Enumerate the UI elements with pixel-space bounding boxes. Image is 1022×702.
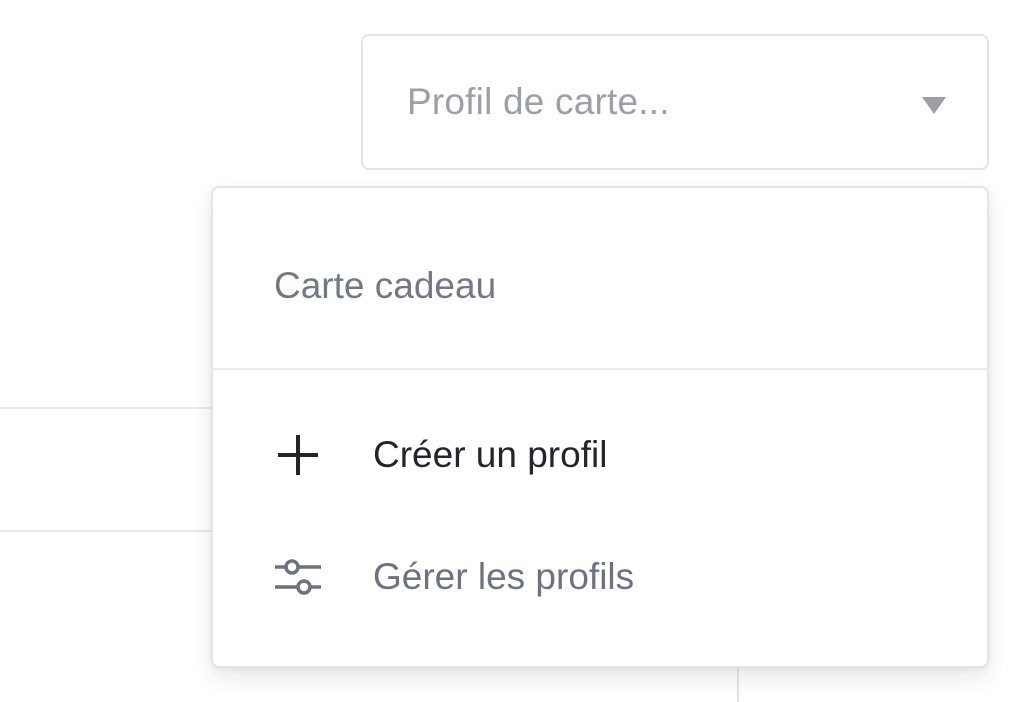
column-divider	[737, 666, 739, 702]
manage-profiles-label: Gérer les profils	[373, 556, 635, 597]
card-profile-dropdown: Carte cadeau Créer un profil Gérer les p…	[211, 186, 989, 668]
option-label: Carte cadeau	[274, 265, 497, 306]
card-profile-select[interactable]: Profil de carte...	[361, 34, 989, 170]
table-divider	[0, 407, 212, 409]
caret-down-icon[interactable]	[922, 97, 946, 114]
create-profile-label: Créer un profil	[373, 434, 608, 475]
option-carte-cadeau[interactable]: Carte cadeau	[213, 188, 987, 368]
menu-divider	[213, 368, 987, 370]
table-divider	[0, 530, 212, 532]
manage-profiles-button[interactable]: Gérer les profils	[213, 522, 987, 632]
select-placeholder: Profil de carte...	[407, 81, 670, 122]
create-profile-button[interactable]: Créer un profil	[213, 400, 987, 510]
sliders-icon	[274, 553, 322, 601]
plus-icon	[274, 431, 322, 479]
